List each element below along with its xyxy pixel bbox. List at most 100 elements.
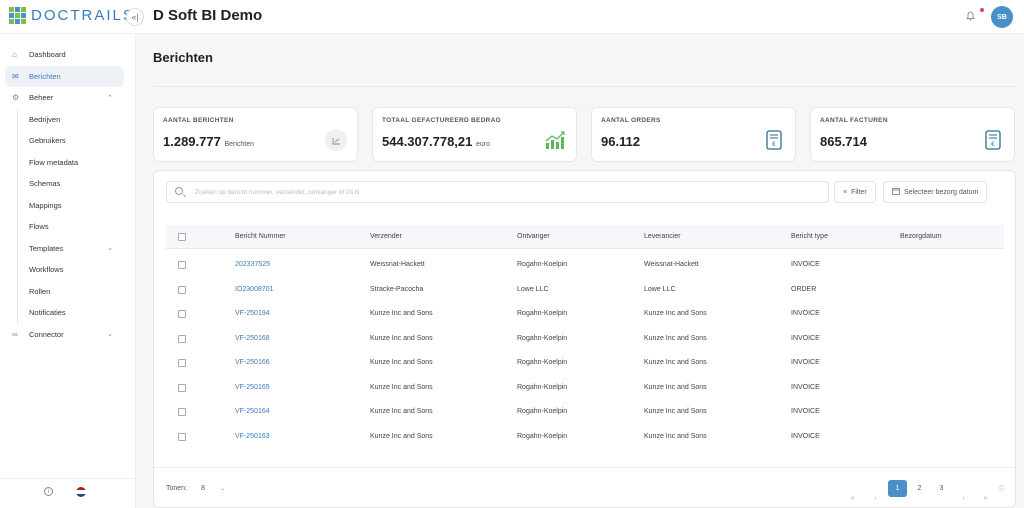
table-cell: Kunze Inc and Sons xyxy=(644,408,707,415)
row-checkbox[interactable] xyxy=(178,408,186,416)
page-size-select[interactable]: 8 xyxy=(201,485,205,492)
svg-text:€: € xyxy=(991,141,995,148)
column-header[interactable]: Leverancier xyxy=(644,233,681,240)
row-checkbox[interactable] xyxy=(178,310,186,318)
sidebar-item-label: Dashboard xyxy=(29,50,66,60)
sidebar-item-notificaties[interactable]: Notificaties xyxy=(0,302,135,324)
table-row[interactable]: VF-250168 Kunze Inc and Sons Rogahn-Koelpi… xyxy=(166,327,1004,352)
table-footer: Tonen: 8 ⌄ « ‹ 1 2 3 › » ⓘ xyxy=(154,467,1015,507)
sidebar-item-label: Templates xyxy=(29,243,64,253)
gear-icon: ⚙ xyxy=(12,93,20,103)
message-number-link[interactable]: VF-250166 xyxy=(235,359,270,366)
message-number-link[interactable]: VF-250194 xyxy=(235,310,270,317)
message-number-link[interactable]: VF-250164 xyxy=(235,408,270,415)
row-checkbox[interactable] xyxy=(178,359,186,367)
stat-value: 865.714 xyxy=(820,134,867,149)
table-cell: Kunze Inc and Sons xyxy=(370,408,433,415)
messages-panel: ≡ Filter Selecteer bezorg datum Bericht … xyxy=(153,170,1016,508)
table-row[interactable]: VF-250163 Kunze Inc and Sons Rogahn-Koelpi… xyxy=(166,425,1004,450)
sidebar-item-mappings[interactable]: Mappings xyxy=(0,195,135,217)
export-icon[interactable] xyxy=(325,129,347,151)
dutch-flag-icon[interactable] xyxy=(76,487,86,497)
search-input[interactable] xyxy=(195,185,795,200)
table-cell: Kunze Inc and Sons xyxy=(370,334,433,342)
table-cell: Kunze Inc and Sons xyxy=(644,334,707,342)
stat-card-bedrag: TOTAAL GEFACTUREERD BEDRAG 544.307.778,2… xyxy=(372,107,577,162)
bell-icon[interactable] xyxy=(966,11,975,24)
sidebar-item-gebruikers[interactable]: Gebruikers xyxy=(0,130,135,152)
row-checkbox[interactable] xyxy=(178,432,186,441)
stat-unit: Berichten xyxy=(224,141,255,148)
prev-page-button[interactable]: ‹ xyxy=(866,490,885,507)
page-button-1[interactable]: 1 xyxy=(888,480,907,497)
table-cell: Weissnat-Hackett xyxy=(644,261,699,268)
chevron-down-icon[interactable]: ⌄ xyxy=(220,485,225,492)
page-button-2[interactable]: 2 xyxy=(910,480,929,497)
sidebar-item-connector[interactable]: ∞ Connector ⌄ xyxy=(0,324,135,346)
table-row[interactable]: VF-250165 Kunze Inc and Sons Rogahn-Koelpi… xyxy=(166,376,1004,401)
table-row[interactable]: VF-250194 Kunze Inc and Sons Rogahn-Koelpi… xyxy=(166,302,1004,327)
column-header[interactable]: Verzender xyxy=(370,233,402,240)
sidebar-item-label: Flows xyxy=(29,222,49,232)
sidebar-footer: i xyxy=(0,478,136,508)
table-header: Bericht Nummer Verzender Ontvanger Lever… xyxy=(166,225,1004,249)
table-cell: Rogahn-Koelpin xyxy=(517,261,568,268)
collapse-sidebar-button[interactable]: «| xyxy=(126,8,144,26)
search-box xyxy=(166,181,829,203)
next-page-button[interactable]: › xyxy=(954,490,973,507)
sidebar-item-label: Rollen xyxy=(29,286,51,296)
sidebar-item-dashboard[interactable]: ⌂ Dashboard xyxy=(0,44,135,66)
column-header[interactable]: Bericht type xyxy=(791,233,828,240)
column-header[interactable]: Bezorgdatum xyxy=(900,233,942,240)
page-button-3[interactable]: 3 xyxy=(932,480,951,497)
row-checkbox[interactable] xyxy=(178,261,186,269)
table-row[interactable]: VF-250164 Kunze Inc and Sons Rogahn-Koelpi… xyxy=(166,400,1004,425)
sidebar-item-label: Beheer xyxy=(29,93,54,103)
table-cell: Kunze Inc and Sons xyxy=(644,359,707,366)
filter-button[interactable]: ≡ Filter xyxy=(834,181,876,203)
table-cell: Kunze Inc and Sons xyxy=(370,310,433,317)
sidebar-item-beheer[interactable]: ⚙ Beheer ⌃ xyxy=(0,87,135,109)
avatar[interactable]: SB xyxy=(991,6,1013,28)
invoice-icon: € xyxy=(763,129,785,151)
table-row[interactable]: VF-250166 Kunze Inc and Sons Rogahn-Koelpi… xyxy=(166,351,1004,376)
message-number-link[interactable]: VF-250168 xyxy=(235,335,270,342)
bar-chart-icon xyxy=(544,129,566,151)
row-checkbox[interactable] xyxy=(178,334,186,343)
table-cell: Rogahn-Koelpin xyxy=(517,408,568,415)
table-row[interactable]: 202337525 Weissnat-Hackett Rogahn-Koelpin W… xyxy=(166,253,1004,278)
message-number-link[interactable]: IO23008701 xyxy=(235,286,274,293)
page-title: Berichten xyxy=(153,50,213,65)
sidebar-item-flows[interactable]: Flows xyxy=(0,216,135,238)
svg-text:€: € xyxy=(772,141,776,148)
select-date-button[interactable]: Selecteer bezorg datum xyxy=(883,181,988,203)
row-checkbox[interactable] xyxy=(178,285,186,294)
select-all-checkbox[interactable] xyxy=(178,233,186,241)
sidebar-submenu-beheer: Bedrijven Gebruikers Flow metadata Schem… xyxy=(0,108,135,324)
row-checkbox[interactable] xyxy=(178,383,186,392)
sidebar-item-templates[interactable]: Templates ⌄ xyxy=(0,238,135,260)
message-number-link[interactable]: VF-250163 xyxy=(235,433,270,440)
sidebar-item-bedrijven[interactable]: Bedrijven xyxy=(0,109,135,131)
sidebar-item-berichten[interactable]: ✉ Berichten xyxy=(5,65,124,87)
message-number-link[interactable]: 202337525 xyxy=(235,261,270,268)
table-row[interactable]: IO23008701 Stracke-Pacocha Lowe LLC Lowe LL… xyxy=(166,278,1004,303)
date-label: Selecteer bezorg datum xyxy=(904,188,979,196)
message-number-link[interactable]: VF-250165 xyxy=(235,384,270,391)
table-cell: Rogahn-Koelpin xyxy=(517,310,568,317)
info-icon[interactable]: ⓘ xyxy=(992,480,1011,497)
table-cell: Kunze Inc and Sons xyxy=(644,432,707,440)
info-icon[interactable]: i xyxy=(44,487,53,496)
sidebar-item-schemas[interactable]: Schemas xyxy=(0,173,135,195)
table-cell: Lowe LLC xyxy=(644,285,676,293)
sidebar-item-workflows[interactable]: Workflows xyxy=(0,259,135,281)
chevron-down-icon: ⌄ xyxy=(107,245,113,253)
sidebar-item-label: Schemas xyxy=(29,179,61,189)
column-header[interactable]: Bericht Nummer xyxy=(235,233,286,240)
logo[interactable]: DOCTRAILS xyxy=(9,7,135,24)
column-header[interactable]: Ontvanger xyxy=(517,233,550,240)
table-cell: Rogahn-Koelpin xyxy=(517,359,568,366)
sidebar-item-flow-metadata[interactable]: Flow metadata xyxy=(0,152,135,174)
sidebar-item-rollen[interactable]: Rollen xyxy=(0,281,135,303)
first-page-button[interactable]: « xyxy=(843,490,862,507)
